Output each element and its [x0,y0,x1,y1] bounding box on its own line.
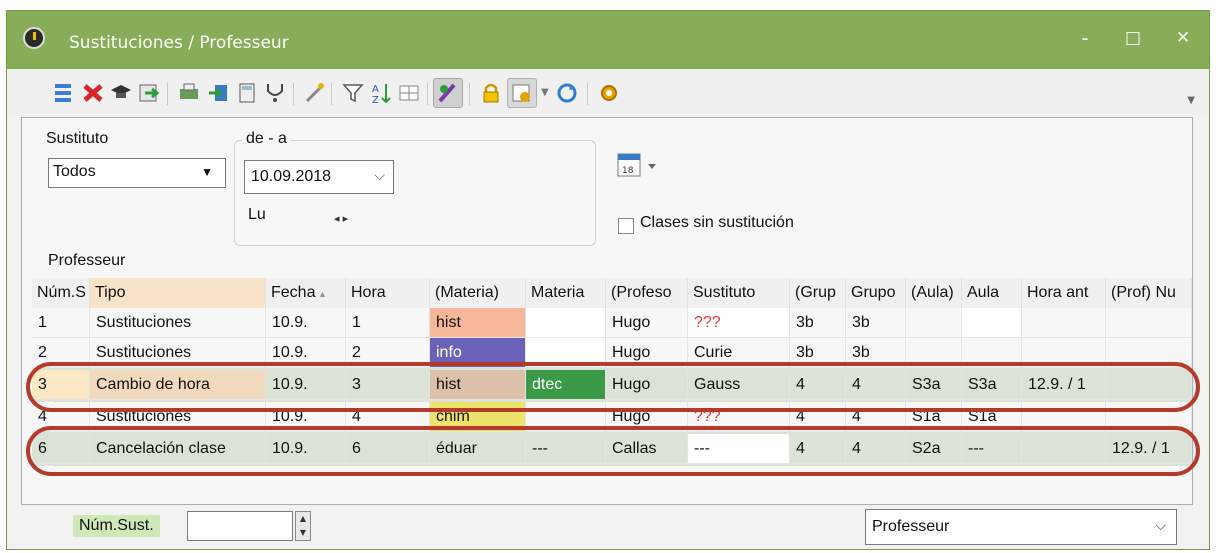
day-nav-arrows[interactable]: ◂ ▸ [334,212,348,225]
toolbar-overflow-icon[interactable]: ▼ [1187,95,1195,106]
list-icon[interactable] [51,81,75,105]
header-cell[interactable]: Tipo [90,278,266,308]
header-cell[interactable]: (Profeso [606,278,688,308]
settings-folder-icon[interactable] [507,78,537,108]
content-panel: Sustituto Todos ▼ de - a 10.09.2018 ⌵ Lu… [21,117,1200,505]
print-icon[interactable] [177,81,201,105]
header-cell[interactable]: (Grup [790,278,846,308]
view-select[interactable]: Professeur ⌵ [865,509,1177,545]
header-cell[interactable]: Hora ant [1022,278,1106,308]
footer-bar: Núm.Sust. ▲ ▼ Professeur ⌵ [21,505,1193,549]
chevron-down-icon: ▼ [201,165,213,179]
sort-ascending-icon: ▲ [315,289,327,299]
chevron-down-icon: ⌵ [1155,517,1166,533]
cell-subject [526,308,606,338]
cell-teacher: Hugo [606,308,688,338]
header-cell[interactable]: Núm.S [32,278,90,308]
table-header: Núm.S Tipo Fecha ▲ Hora (Materia) Materi… [32,278,1192,308]
dropdown-arrow-icon[interactable]: ▼ [541,87,549,98]
header-cell[interactable]: Aula [962,278,1022,308]
sort-icon[interactable]: AZ [369,81,393,106]
date-picker[interactable]: 10.09.2018 ⌵ [244,160,394,194]
header-cell[interactable]: Fecha ▲ [266,278,346,308]
calendar-button[interactable]: 18 [616,148,680,184]
highlight-ellipse [26,362,1200,412]
header-cell[interactable]: Grupo [846,278,906,308]
date-value: 10.09.2018 [251,168,332,185]
export-icon[interactable] [137,81,161,105]
import-icon[interactable] [207,81,231,105]
table-row[interactable]: 1 Sustituciones 10.9. 1 hist Hugo ??? 3b… [32,308,1192,338]
header-cell[interactable]: Hora [346,278,430,308]
num-sust-input[interactable] [187,511,293,541]
stethoscope-icon[interactable] [263,81,287,105]
toolbar: AZ ▼ ▼ [7,69,1209,117]
header-cell[interactable]: (Prof) Nu [1106,278,1192,308]
no-substitution-label: Clases sin sustitución [640,214,794,231]
svg-text:18: 18 [622,166,634,176]
graduation-cap-icon[interactable] [109,81,133,105]
day-label: Lu [248,206,266,223]
num-sust-label: Núm.Sust. [73,515,160,537]
header-cell[interactable]: (Aula) [906,278,962,308]
filter-icon[interactable] [341,81,365,105]
section-label: Professeur [48,252,126,269]
num-stepper[interactable]: ▲ ▼ [295,511,311,541]
highlight-ellipse [26,426,1200,476]
minimize-button[interactable]: - [1065,23,1105,53]
edit-icon[interactable] [433,78,463,108]
view-value: Professeur [872,518,950,535]
window: Sustituciones / Professeur - □ ✕ AZ ▼ ▼ … [6,10,1210,550]
gear-icon[interactable] [597,81,621,105]
magic-icon[interactable] [303,81,327,105]
refresh-icon[interactable] [555,81,579,105]
cell-group-orig: 3b [790,308,846,338]
header-cell[interactable]: Materia [526,278,606,308]
cell-room-orig [906,308,962,338]
cell-room [962,308,1022,338]
window-title: Sustituciones / Professeur [69,33,289,53]
cell-num: 1 [32,308,90,338]
substitute-select[interactable]: Todos ▼ [48,158,226,188]
range-label: de - a [242,130,291,148]
substitute-value: Todos [53,163,96,180]
cell-prof-num [1106,308,1192,338]
cell-date: 10.9. [266,308,346,338]
chevron-down-icon: ⌵ [374,167,385,183]
cell-type: Sustituciones [90,308,266,338]
calculator-icon[interactable] [235,81,259,105]
svg-text:Z: Z [372,95,379,105]
maximize-button[interactable]: □ [1113,23,1153,53]
no-substitution-checkbox[interactable] [618,218,634,234]
header-cell[interactable]: (Materia) [430,278,526,308]
header-cell[interactable]: Sustituto [688,278,790,308]
cell-prev-hour [1022,308,1106,338]
cell-substitute: ??? [688,308,790,338]
svg-text:A: A [372,84,379,95]
close-button[interactable]: ✕ [1163,23,1203,53]
lock-icon[interactable] [479,81,503,105]
cell-hour: 1 [346,308,430,338]
title-bar: Sustituciones / Professeur - □ ✕ [7,11,1209,69]
substitute-label: Sustituto [46,130,109,147]
columns-icon[interactable] [397,81,421,105]
cell-subject-orig: hist [430,308,526,338]
cell-group: 3b [846,308,906,338]
untis-logo-icon [23,27,45,49]
delete-icon[interactable] [81,81,105,105]
